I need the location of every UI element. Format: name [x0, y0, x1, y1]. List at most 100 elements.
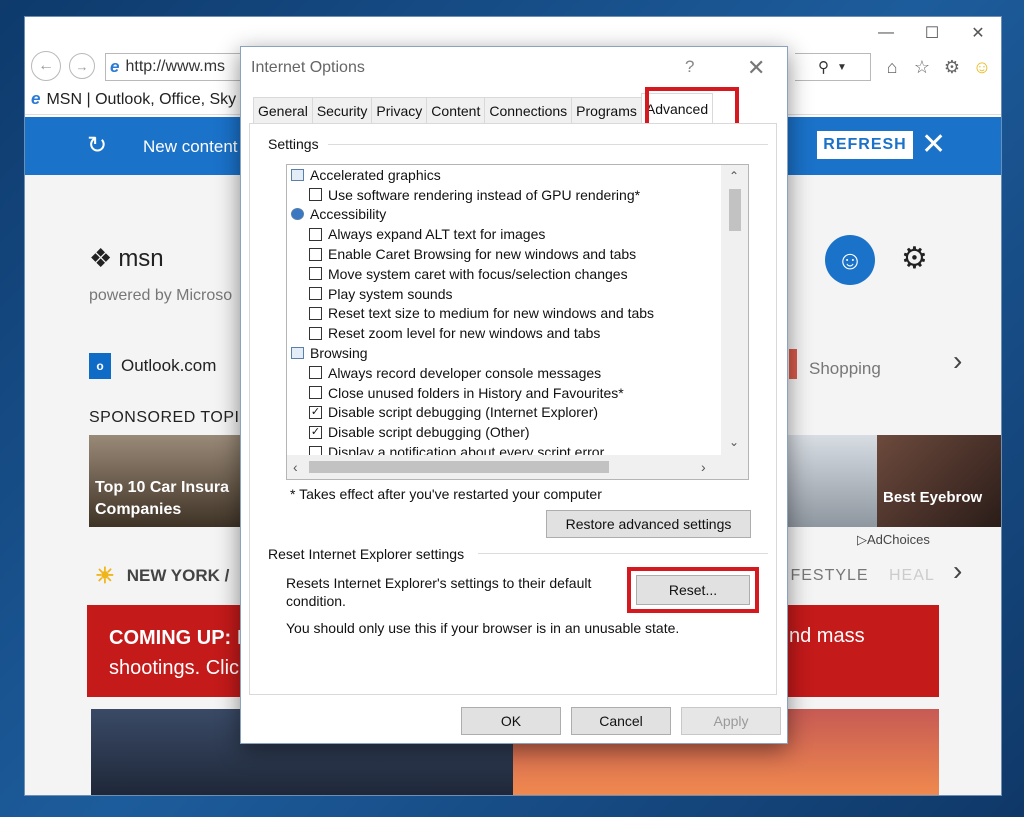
scroll-down-icon[interactable]: ⌄ [729, 435, 739, 449]
tab-security[interactable]: Security [311, 97, 373, 123]
vertical-scroll-thumb[interactable] [729, 189, 741, 231]
checkbox[interactable] [309, 287, 322, 301]
settings-option[interactable]: Close unused folders in History and Favo… [287, 383, 721, 403]
settings-category: Browsing [287, 343, 721, 363]
settings-group-line [328, 144, 768, 145]
horizontal-scroll-thumb[interactable] [309, 461, 609, 473]
settings-option[interactable]: Reset text size to medium for new window… [287, 304, 721, 324]
weather-bar[interactable]: ☀ NEW YORK / [95, 563, 229, 589]
settings-item-label: Enable Caret Browsing for new windows an… [328, 246, 637, 263]
sponsored-card-eyebrow[interactable]: Best Eyebrow [877, 435, 1001, 527]
settings-option[interactable]: ✓ Disable script debugging (Other) [287, 422, 721, 442]
msn-settings-icon[interactable]: ⚙ [901, 241, 928, 276]
sponsored-card-car-insurance[interactable]: Top 10 Car Insura Companies [89, 435, 249, 527]
tab-connections[interactable]: Connections [484, 97, 573, 123]
smiley-icon[interactable]: ☺ [970, 55, 994, 79]
nav-lifestyle[interactable]: IFESTYLE [785, 567, 869, 585]
minimize-icon[interactable]: — [863, 17, 909, 49]
checkbox-checked[interactable]: ✓ [309, 425, 322, 439]
settings-option[interactable]: ✓ Disable script debugging (Internet Expl… [287, 403, 721, 423]
settings-option[interactable]: Move system caret with focus/selection c… [287, 264, 721, 284]
search-icon[interactable]: ⚲ [818, 58, 829, 76]
settings-category: Accessibility [287, 205, 721, 225]
restore-advanced-settings-button[interactable]: Restore advanced settings [546, 510, 751, 538]
user-icon: ☺ [836, 244, 864, 275]
window-close-icon[interactable]: ✕ [955, 17, 1001, 49]
dialog-close-icon[interactable]: ✕ [747, 55, 765, 81]
close-icon[interactable]: ✕ [921, 127, 946, 162]
tab-general[interactable]: General [253, 97, 313, 123]
settings-option[interactable]: Enable Caret Browsing for new windows an… [287, 244, 721, 264]
dialog-tabs: General Security Privacy Content Connect… [253, 93, 714, 123]
scroll-right-icon[interactable]: › [701, 459, 706, 475]
settings-item-label: Disable script debugging (Other) [328, 424, 530, 441]
internet-options-dialog: Internet Options ? ✕ General Security Pr… [240, 46, 788, 744]
scroll-up-icon[interactable]: ⌃ [729, 169, 739, 183]
new-content-text: New content [143, 137, 238, 156]
sponsored-card-image[interactable] [785, 435, 877, 527]
maximize-icon[interactable]: ☐ [909, 17, 955, 49]
forward-icon[interactable]: → [69, 53, 95, 79]
checkbox[interactable] [309, 306, 322, 320]
browser-tab[interactable]: e MSN | Outlook, Office, Sky [31, 89, 236, 109]
checkbox[interactable] [309, 247, 322, 261]
checkbox[interactable] [309, 227, 322, 241]
tab-programs[interactable]: Programs [571, 97, 642, 123]
avatar[interactable]: ☺ [825, 235, 875, 285]
chevron-right-icon-2[interactable]: › [953, 555, 962, 587]
vertical-scrollbar[interactable]: ⌃ ⌄ [721, 165, 748, 455]
toolbar-icons: ⌂ ☆ ⚙ ☺ [880, 55, 994, 79]
settings-option[interactable]: Reset zoom level for new windows and tab… [287, 323, 721, 343]
reset-warning: You should only use this if your browser… [286, 620, 680, 636]
settings-option[interactable]: Display a notification about every scrip… [287, 442, 721, 455]
checkbox[interactable] [309, 386, 322, 400]
outlook-label: Outlook.com [121, 356, 217, 375]
settings-listbox[interactable]: Accelerated graphics Use software renderi… [286, 164, 749, 480]
checkbox[interactable] [309, 267, 322, 281]
tab-ie-icon: e [31, 89, 41, 108]
horizontal-scrollbar[interactable]: ‹ › [287, 455, 721, 479]
shopping-link[interactable]: Shopping [809, 359, 881, 379]
scrollbar-corner [721, 455, 748, 479]
dialog-title: Internet Options [251, 59, 365, 76]
checkbox[interactable] [309, 366, 322, 380]
refresh-icon[interactable]: ↻ [87, 131, 107, 160]
refresh-button[interactable]: REFRESH [817, 131, 913, 159]
reset-button-highlight [627, 567, 759, 613]
outlook-link[interactable]: o Outlook.com [89, 353, 216, 379]
address-bar-controls: ⚲ ▼ [795, 53, 871, 81]
tab-privacy[interactable]: Privacy [371, 97, 428, 123]
back-icon[interactable]: ← [31, 51, 61, 81]
settings-option[interactable]: Always record developer console messages [287, 363, 721, 383]
tab-content[interactable]: Content [426, 97, 486, 123]
shopping-icon [789, 349, 797, 379]
checkbox[interactable] [309, 445, 322, 455]
address-bar[interactable]: e http://www.ms [105, 53, 255, 81]
star-icon[interactable]: ☆ [910, 55, 934, 79]
settings-option[interactable]: Always expand ALT text for images [287, 224, 721, 244]
tab-title: MSN | Outlook, Office, Sky [46, 91, 237, 108]
cancel-button[interactable]: Cancel [571, 707, 671, 735]
help-icon[interactable]: ? [685, 57, 694, 77]
settings-item-label: Close unused folders in History and Favo… [328, 384, 624, 401]
msn-logo[interactable]: ❖ msn [89, 243, 164, 274]
chevron-right-icon[interactable]: › [953, 345, 962, 377]
settings-option[interactable]: Play system sounds [287, 284, 721, 304]
settings-item-label: Display a notification about every scrip… [328, 444, 605, 455]
dropdown-icon[interactable]: ▼ [837, 62, 847, 73]
settings-option[interactable]: Use software rendering instead of GPU re… [287, 185, 721, 205]
coming-up-bold: COMING UP: [109, 627, 232, 649]
msn-powered-by: powered by Microso [89, 287, 233, 304]
restart-note: * Takes effect after you've restarted yo… [290, 486, 602, 502]
checkbox[interactable] [309, 188, 322, 202]
home-icon[interactable]: ⌂ [880, 55, 904, 79]
adchoices-link[interactable]: ▷AdChoices [857, 532, 930, 548]
scroll-left-icon[interactable]: ‹ [293, 459, 298, 475]
nav-health[interactable]: HEAL [889, 567, 935, 585]
reset-description: Resets Internet Explorer's settings to t… [286, 575, 592, 609]
ok-button[interactable]: OK [461, 707, 561, 735]
checkbox[interactable] [309, 326, 322, 340]
checkbox-checked[interactable]: ✓ [309, 405, 322, 419]
apply-button[interactable]: Apply [681, 707, 781, 735]
gear-icon[interactable]: ⚙ [940, 55, 964, 79]
